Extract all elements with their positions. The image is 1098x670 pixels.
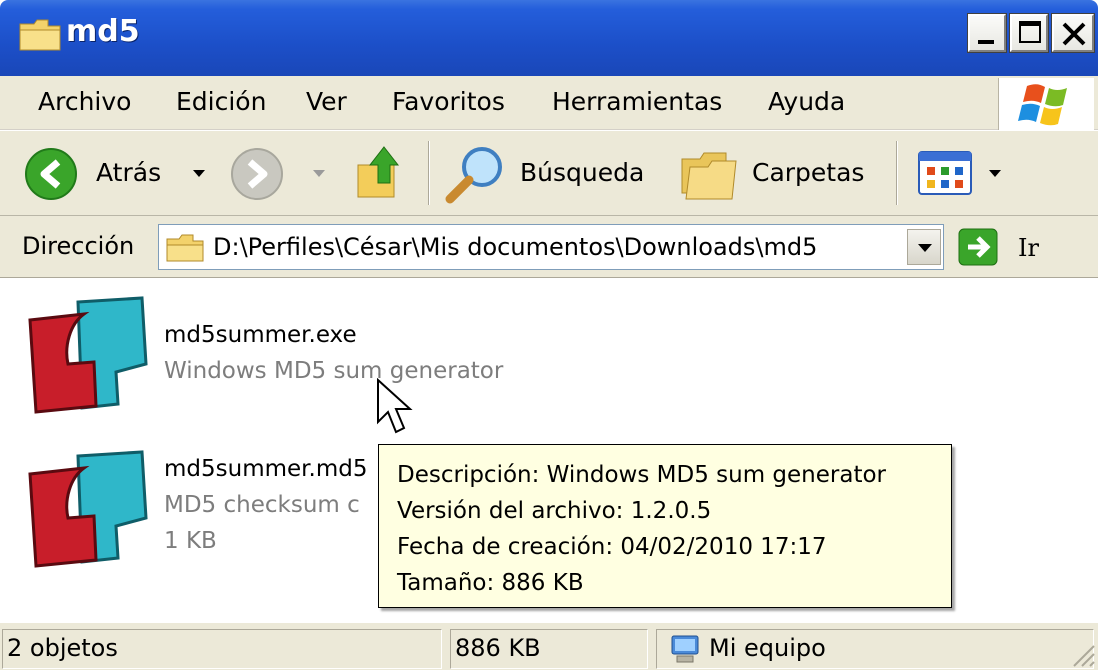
menu-bar: Archivo Edición Ver Favoritos Herramient… xyxy=(0,76,1098,130)
search-magnifier-icon[interactable] xyxy=(444,143,508,205)
md5summer-app-icon xyxy=(28,296,148,414)
windows-flag-icon xyxy=(1018,84,1067,126)
status-object-count: 2 objetos xyxy=(2,629,442,669)
back-arrow-icon[interactable] xyxy=(24,147,78,201)
views-icon[interactable] xyxy=(918,151,974,197)
folder-icon xyxy=(19,19,61,51)
back-button-label[interactable]: Atrás xyxy=(96,158,161,187)
title-bar[interactable]: md5 xyxy=(0,0,1098,76)
status-size: 886 KB xyxy=(450,629,648,669)
maximize-icon xyxy=(1019,21,1041,43)
tooltip-version: Versión del archivo: 1.2.0.5 xyxy=(397,498,712,524)
minimize-button[interactable] xyxy=(967,13,1007,53)
mouse-cursor-icon xyxy=(377,378,413,434)
go-arrow-icon[interactable] xyxy=(958,228,998,266)
chevron-down-icon xyxy=(918,244,932,252)
toolbar-separator xyxy=(428,141,430,205)
file-item[interactable]: md5summer.md5 MD5 checksum c 1 KB xyxy=(24,448,378,578)
file-name: md5summer.exe xyxy=(164,322,357,348)
menu-ayuda[interactable]: Ayuda xyxy=(768,87,845,116)
md5summer-app-icon xyxy=(28,450,148,568)
folders-button-label[interactable]: Carpetas xyxy=(752,158,864,187)
menu-favoritos[interactable]: Favoritos xyxy=(392,87,505,116)
toolbar: Atrás Búsqueda Carpetas xyxy=(0,130,1098,216)
menu-ver[interactable]: Ver xyxy=(306,87,347,116)
status-zone: Mi equipo xyxy=(656,629,1094,669)
address-input[interactable]: D:\Perfiles\César\Mis documentos\Downloa… xyxy=(158,224,944,270)
tooltip-size: Tamaño: 886 KB xyxy=(397,570,584,596)
address-bar: Dirección D:\Perfiles\César\Mis document… xyxy=(0,216,1098,278)
menu-archivo[interactable]: Archivo xyxy=(38,87,131,116)
file-size: 1 KB xyxy=(164,528,217,554)
resize-grip-icon[interactable] xyxy=(1066,638,1096,668)
address-label: Dirección xyxy=(22,232,135,260)
tooltip-description: Descripción: Windows MD5 sum generator xyxy=(397,462,887,488)
status-bar: 2 objetos 886 KB Mi equipo xyxy=(0,622,1098,670)
windows-logo xyxy=(998,78,1094,130)
up-folder-icon[interactable] xyxy=(354,143,410,201)
status-zone-label: Mi equipo xyxy=(709,634,826,662)
minimize-icon xyxy=(978,40,994,44)
back-dropdown-chevron-icon[interactable] xyxy=(192,169,206,179)
forward-dropdown-chevron-icon[interactable] xyxy=(312,169,326,179)
file-description: MD5 checksum c xyxy=(164,492,360,518)
close-icon xyxy=(1062,22,1086,46)
file-item[interactable]: md5summer.exe Windows MD5 sum generator xyxy=(24,294,564,424)
toolbar-separator xyxy=(896,141,898,205)
address-dropdown-button[interactable] xyxy=(907,229,941,265)
go-button-label[interactable]: Ir xyxy=(1018,234,1039,262)
views-dropdown-chevron-icon[interactable] xyxy=(988,169,1002,179)
menu-herramientas[interactable]: Herramientas xyxy=(552,87,722,116)
folders-icon[interactable] xyxy=(676,145,742,203)
window-title: md5 xyxy=(66,14,140,49)
file-name: md5summer.md5 xyxy=(164,456,368,482)
file-description: Windows MD5 sum generator xyxy=(164,358,504,384)
file-info-tooltip: Descripción: Windows MD5 sum generator V… xyxy=(378,444,952,608)
search-button-label[interactable]: Búsqueda xyxy=(520,158,644,187)
tooltip-created: Fecha de creación: 04/02/2010 17:17 xyxy=(397,534,827,560)
folder-icon xyxy=(166,234,204,262)
address-path: D:\Perfiles\César\Mis documentos\Downloa… xyxy=(213,233,818,261)
menu-edicion[interactable]: Edición xyxy=(176,87,266,116)
forward-arrow-icon[interactable] xyxy=(230,147,284,201)
close-button[interactable] xyxy=(1051,13,1095,53)
maximize-button[interactable] xyxy=(1009,13,1049,53)
my-computer-icon xyxy=(671,635,699,663)
